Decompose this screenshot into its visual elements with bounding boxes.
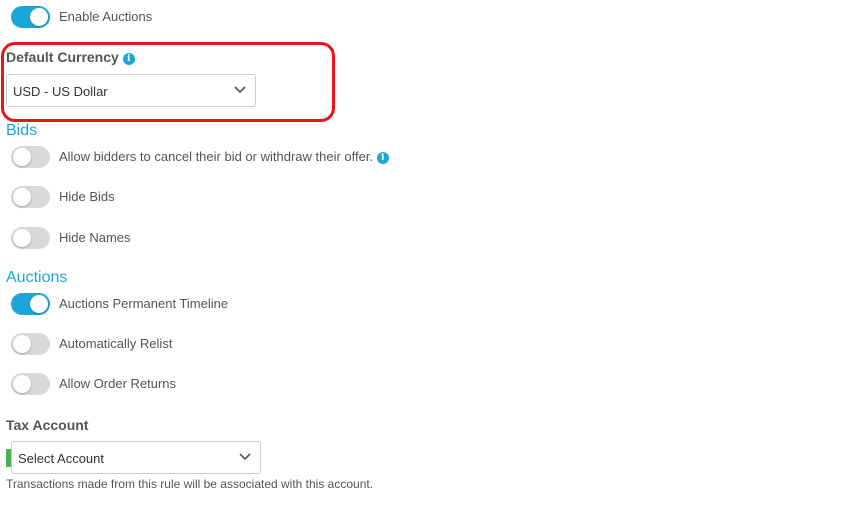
toggle-knob (13, 375, 31, 393)
chevron-down-icon (234, 86, 246, 94)
tax-account-select-value: Select Account (18, 451, 104, 466)
toggle-knob (13, 335, 31, 353)
toggle-knob (30, 8, 48, 26)
hide-names-toggle[interactable] (11, 227, 50, 249)
toggle-knob (13, 188, 31, 206)
tax-account-help-text: Transactions made from this rule will be… (6, 477, 374, 491)
allow-order-returns-label: Allow Order Returns (59, 376, 177, 391)
bids-heading: Bids (6, 122, 38, 139)
info-icon[interactable]: i (122, 53, 135, 65)
chevron-down-icon (239, 453, 251, 461)
enable-auctions-label: Enable Auctions (59, 9, 153, 24)
default-currency-label: Default Currency i (6, 48, 135, 66)
toggle-knob (13, 229, 31, 247)
info-icon[interactable]: i (376, 152, 389, 164)
allow-cancel-bid-label: Allow bidders to cancel their bid or wit… (59, 149, 389, 165)
hide-bids-toggle[interactable] (11, 186, 50, 208)
toggle-knob (13, 148, 31, 166)
permanent-timeline-label: Auctions Permanent Timeline (59, 296, 229, 311)
toggle-knob (30, 295, 48, 313)
allow-order-returns-toggle[interactable] (11, 373, 50, 395)
currency-select-value: USD - US Dollar (13, 84, 108, 99)
tax-account-label: Tax Account (6, 417, 89, 433)
hide-names-label: Hide Names (59, 230, 131, 245)
hide-bids-label: Hide Bids (59, 189, 115, 204)
automatically-relist-label: Automatically Relist (59, 336, 173, 351)
tax-account-select[interactable]: Select Account (11, 441, 261, 474)
currency-select[interactable]: USD - US Dollar (6, 74, 256, 107)
auctions-heading: Auctions (6, 269, 68, 286)
enable-auctions-toggle[interactable] (11, 6, 50, 28)
allow-cancel-bid-toggle[interactable] (11, 146, 50, 168)
permanent-timeline-toggle[interactable] (11, 293, 50, 315)
automatically-relist-toggle[interactable] (11, 333, 50, 355)
